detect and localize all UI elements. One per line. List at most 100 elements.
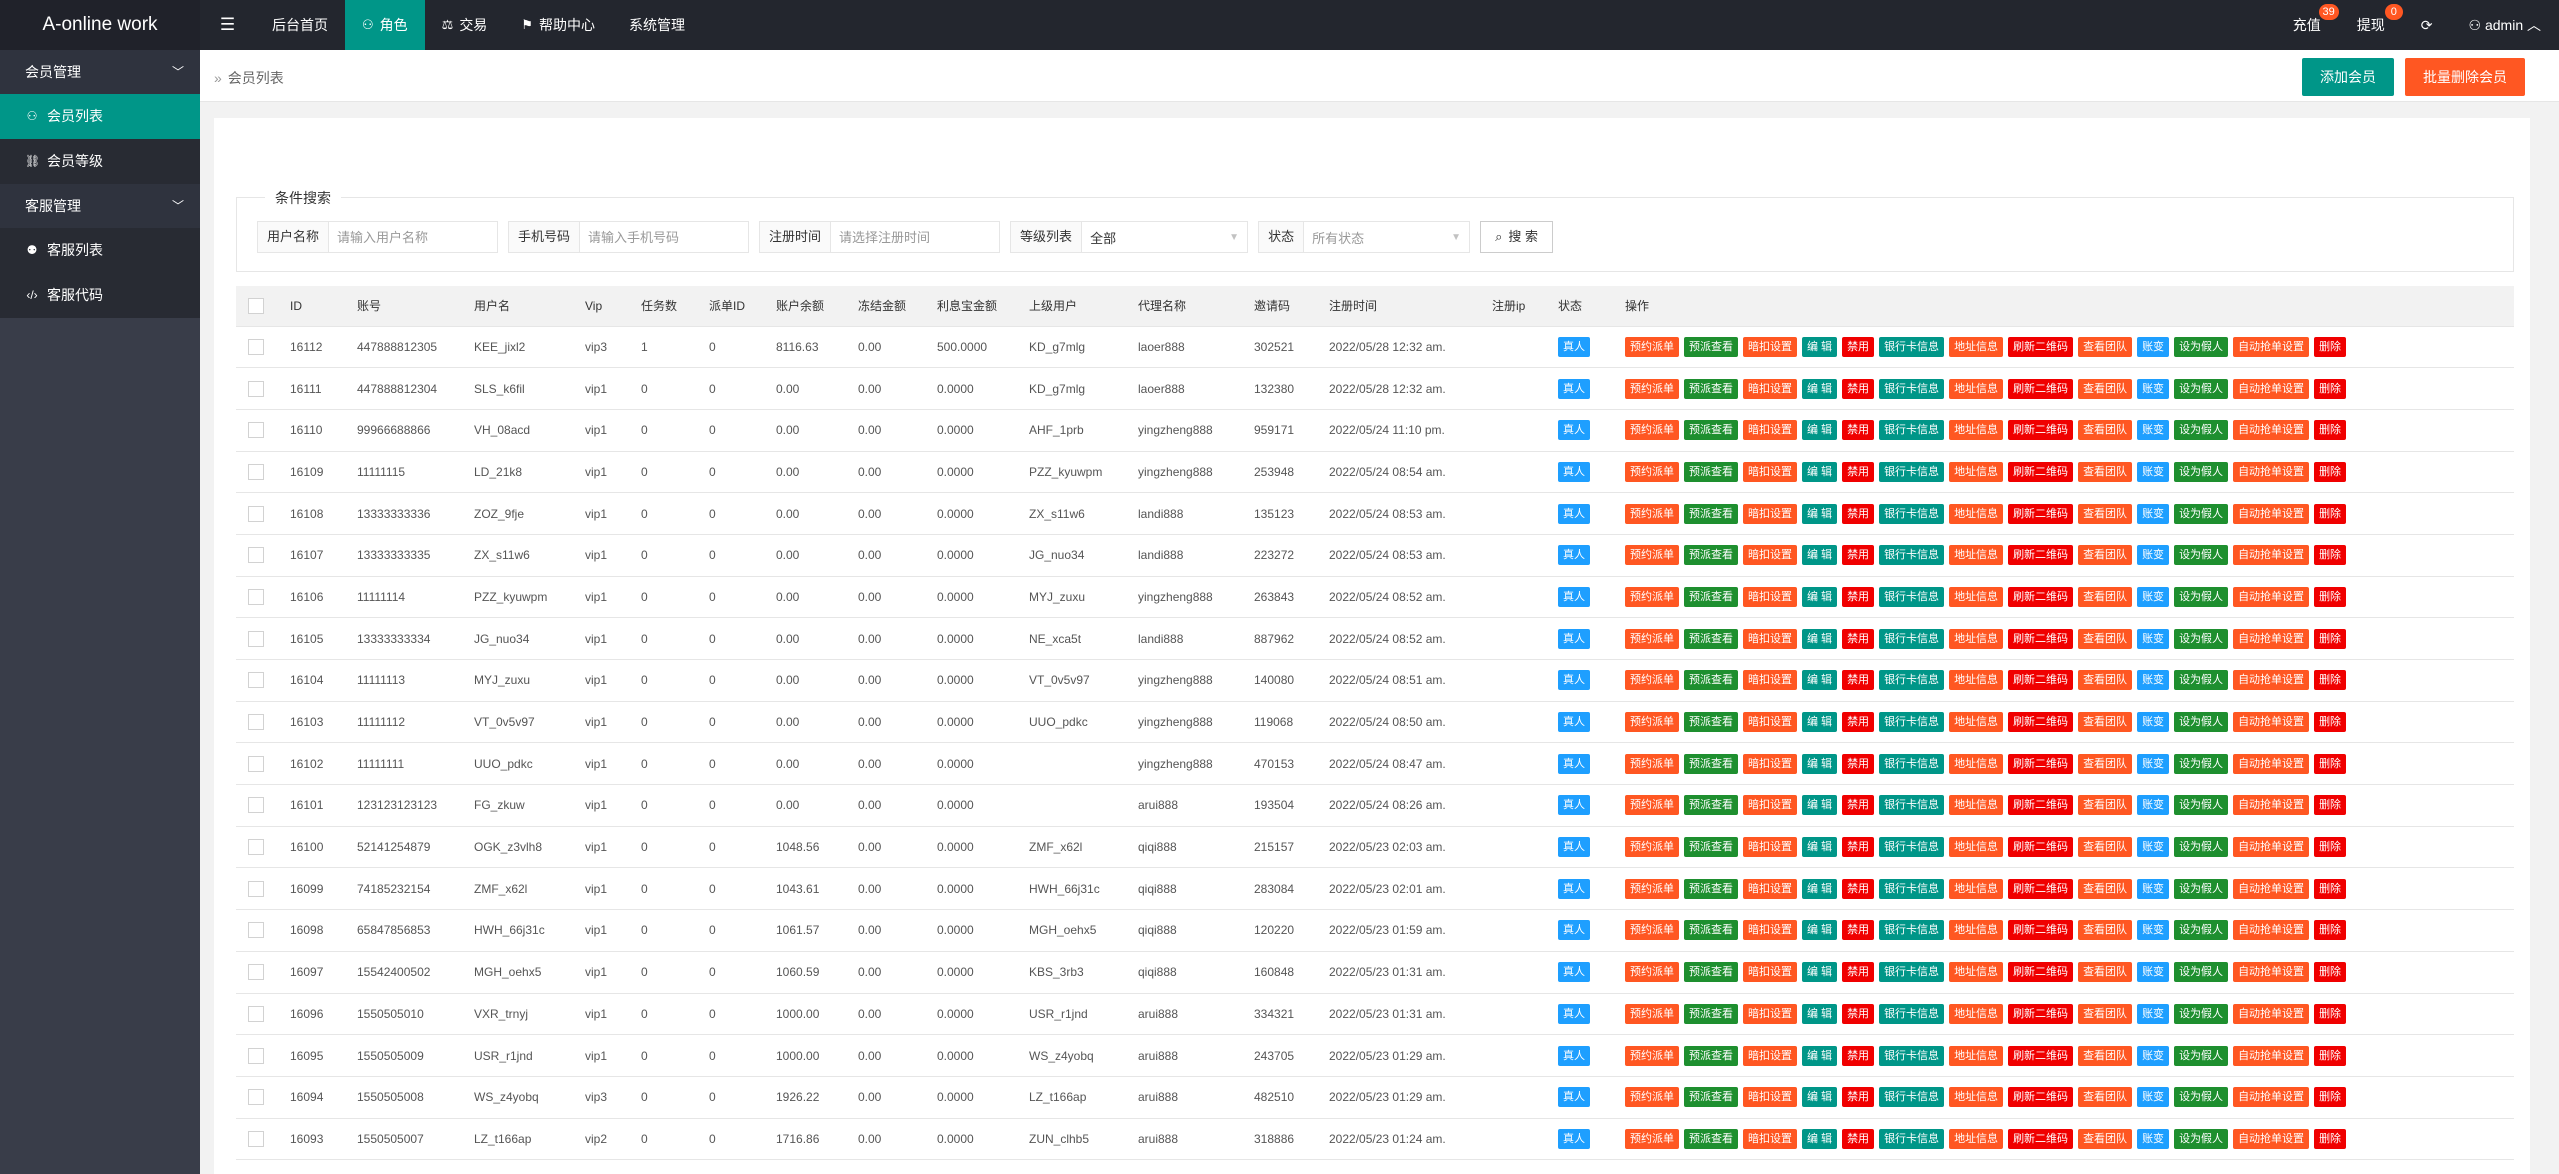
row-action-button[interactable]: 暗扣设置 xyxy=(1743,878,1797,899)
row-action-button[interactable]: 刷新二维码 xyxy=(2008,878,2074,899)
row-action-button[interactable]: 删除 xyxy=(2314,420,2347,441)
bulk-delete-button[interactable]: 批量删除会员 xyxy=(2405,58,2525,96)
row-action-button[interactable]: 地址信息 xyxy=(1949,837,2004,858)
row-action-button[interactable]: 账变 xyxy=(2137,586,2170,607)
row-action-button[interactable]: 银行卡信息 xyxy=(1879,628,1945,649)
row-action-button[interactable]: 自动抢单设置 xyxy=(2233,1087,2310,1108)
row-action-button[interactable]: 账变 xyxy=(2137,378,2170,399)
phone-input[interactable] xyxy=(580,222,749,252)
row-action-button[interactable]: 账变 xyxy=(2137,670,2170,691)
row-action-button[interactable]: 预派查看 xyxy=(1684,628,1738,649)
row-checkbox[interactable] xyxy=(248,1047,264,1064)
row-action-button[interactable]: 自动抢单设置 xyxy=(2233,878,2310,899)
row-action-button[interactable]: 禁用 xyxy=(1842,378,1875,399)
row-action-button[interactable]: 预约派单 xyxy=(1625,878,1679,899)
row-action-button[interactable]: 账变 xyxy=(2137,712,2170,733)
row-action-button[interactable]: 禁用 xyxy=(1842,837,1875,858)
row-action-button[interactable]: 银行卡信息 xyxy=(1879,753,1945,774)
row-action-button[interactable]: 查看团队 xyxy=(2078,420,2133,441)
row-action-button[interactable]: 自动抢单设置 xyxy=(2233,1003,2310,1024)
row-action-button[interactable]: 银行卡信息 xyxy=(1879,795,1945,816)
row-action-button[interactable]: 自动抢单设置 xyxy=(2233,962,2310,983)
sidebar-group-support[interactable]: 客服管理 ﹀ xyxy=(0,184,200,228)
select-all-checkbox[interactable] xyxy=(248,297,264,314)
row-action-button[interactable]: 预约派单 xyxy=(1625,962,1679,983)
row-action-button[interactable]: 设为假人 xyxy=(2174,503,2229,524)
row-action-button[interactable]: 禁用 xyxy=(1842,461,1875,482)
row-action-button[interactable]: 预派查看 xyxy=(1684,712,1738,733)
row-action-button[interactable]: 预约派单 xyxy=(1625,670,1679,691)
row-action-button[interactable]: 设为假人 xyxy=(2174,962,2229,983)
row-checkbox[interactable] xyxy=(248,839,264,856)
row-checkbox[interactable] xyxy=(248,1005,264,1022)
row-action-button[interactable]: 刷新二维码 xyxy=(2008,795,2074,816)
row-action-button[interactable]: 地址信息 xyxy=(1949,628,2004,649)
row-action-button[interactable]: 银行卡信息 xyxy=(1879,920,1945,941)
row-action-button[interactable]: 编 辑 xyxy=(1802,920,1838,941)
row-action-button[interactable]: 暗扣设置 xyxy=(1743,712,1797,733)
row-action-button[interactable]: 设为假人 xyxy=(2174,336,2229,357)
row-action-button[interactable]: 查看团队 xyxy=(2078,336,2133,357)
row-action-button[interactable]: 账变 xyxy=(2137,1087,2170,1108)
row-action-button[interactable]: 银行卡信息 xyxy=(1879,586,1945,607)
row-action-button[interactable]: 禁用 xyxy=(1842,712,1875,733)
row-action-button[interactable]: 暗扣设置 xyxy=(1743,336,1797,357)
row-action-button[interactable]: 删除 xyxy=(2314,1003,2347,1024)
sidebar-item-items1-1[interactable]: ⛓ 会员等级 xyxy=(0,139,200,184)
row-checkbox[interactable] xyxy=(248,338,264,355)
add-member-button[interactable]: 添加会员 xyxy=(2302,58,2394,96)
row-action-button[interactable]: 查看团队 xyxy=(2078,545,2133,566)
row-action-button[interactable]: 银行卡信息 xyxy=(1879,336,1945,357)
row-action-button[interactable]: 预派查看 xyxy=(1684,1045,1738,1066)
row-action-button[interactable]: 暗扣设置 xyxy=(1743,1087,1797,1108)
row-action-button[interactable]: 禁用 xyxy=(1842,670,1875,691)
row-action-button[interactable]: 刷新二维码 xyxy=(2008,586,2074,607)
row-action-button[interactable]: 暗扣设置 xyxy=(1743,753,1797,774)
row-action-button[interactable]: 预约派单 xyxy=(1625,837,1679,858)
recharge-link[interactable]: 充值 39 xyxy=(2275,0,2339,50)
row-action-button[interactable]: 账变 xyxy=(2137,962,2170,983)
row-action-button[interactable]: 删除 xyxy=(2314,795,2347,816)
row-action-button[interactable]: 设为假人 xyxy=(2174,920,2229,941)
row-action-button[interactable]: 账变 xyxy=(2137,837,2170,858)
row-action-button[interactable]: 账变 xyxy=(2137,628,2170,649)
row-action-button[interactable]: 禁用 xyxy=(1842,1003,1875,1024)
row-action-button[interactable]: 设为假人 xyxy=(2174,420,2229,441)
row-action-button[interactable]: 预派查看 xyxy=(1684,420,1738,441)
row-action-button[interactable]: 自动抢单设置 xyxy=(2233,545,2310,566)
row-action-button[interactable]: 删除 xyxy=(2314,628,2347,649)
row-action-button[interactable]: 删除 xyxy=(2314,1045,2347,1066)
row-action-button[interactable]: 账变 xyxy=(2137,920,2170,941)
row-action-button[interactable]: 预约派单 xyxy=(1625,1087,1679,1108)
row-action-button[interactable]: 禁用 xyxy=(1842,962,1875,983)
row-action-button[interactable]: 账变 xyxy=(2137,795,2170,816)
row-action-button[interactable]: 预派查看 xyxy=(1684,920,1738,941)
row-action-button[interactable]: 编 辑 xyxy=(1802,1128,1838,1149)
row-action-button[interactable]: 禁用 xyxy=(1842,878,1875,899)
row-action-button[interactable]: 查看团队 xyxy=(2078,837,2133,858)
row-action-button[interactable]: 设为假人 xyxy=(2174,670,2229,691)
row-action-button[interactable]: 暗扣设置 xyxy=(1743,503,1797,524)
row-action-button[interactable]: 自动抢单设置 xyxy=(2233,503,2310,524)
row-checkbox[interactable] xyxy=(248,1089,264,1106)
row-action-button[interactable]: 自动抢单设置 xyxy=(2233,336,2310,357)
row-action-button[interactable]: 查看团队 xyxy=(2078,503,2133,524)
row-action-button[interactable]: 暗扣设置 xyxy=(1743,420,1797,441)
row-action-button[interactable]: 刷新二维码 xyxy=(2008,1003,2074,1024)
row-action-button[interactable]: 预派查看 xyxy=(1684,1003,1738,1024)
row-action-button[interactable]: 编 辑 xyxy=(1802,336,1838,357)
row-action-button[interactable]: 地址信息 xyxy=(1949,1128,2004,1149)
row-action-button[interactable]: 禁用 xyxy=(1842,628,1875,649)
row-action-button[interactable]: 预约派单 xyxy=(1625,336,1679,357)
row-action-button[interactable]: 自动抢单设置 xyxy=(2233,670,2310,691)
row-checkbox[interactable] xyxy=(248,755,264,772)
row-action-button[interactable]: 刷新二维码 xyxy=(2008,336,2074,357)
row-action-button[interactable]: 预派查看 xyxy=(1684,795,1738,816)
row-action-button[interactable]: 刷新二维码 xyxy=(2008,1045,2074,1066)
row-checkbox[interactable] xyxy=(248,672,264,689)
row-action-button[interactable]: 地址信息 xyxy=(1949,712,2004,733)
row-action-button[interactable]: 查看团队 xyxy=(2078,962,2133,983)
row-action-button[interactable]: 编 辑 xyxy=(1802,837,1838,858)
row-action-button[interactable]: 删除 xyxy=(2314,920,2347,941)
refresh-icon[interactable]: ⟳ xyxy=(2403,0,2451,50)
